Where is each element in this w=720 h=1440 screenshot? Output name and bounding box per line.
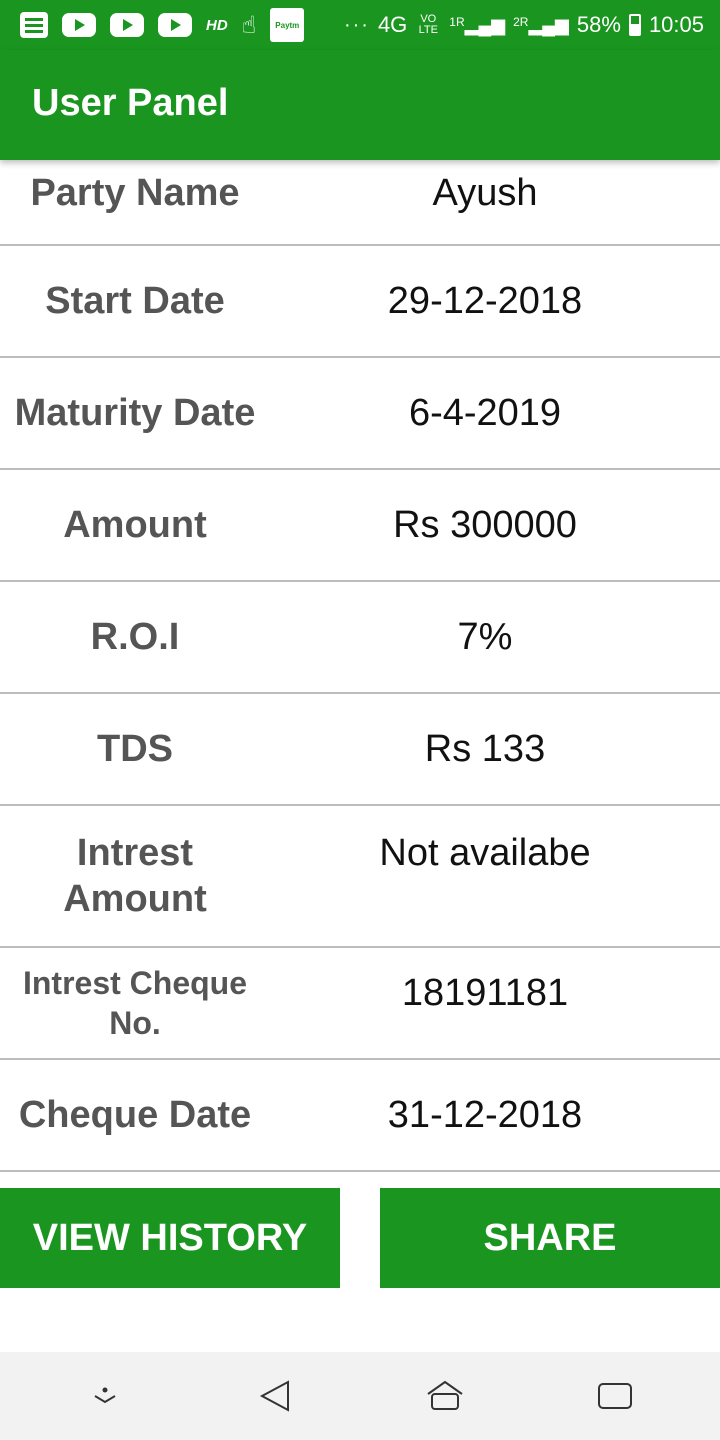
detail-value: 6-4-2019	[408, 391, 562, 434]
detail-value: Not availabe	[379, 832, 591, 874]
detail-row-start-date: Start Date 29-12-2018	[0, 246, 720, 358]
detail-label: Cheque Date	[18, 1094, 252, 1136]
details-list: Party Name Ayush Start Date 29-12-2018 M…	[0, 130, 720, 1172]
detail-label: Maturity Date	[14, 392, 256, 434]
back-icon[interactable]	[255, 1376, 295, 1416]
youtube-icon	[158, 13, 192, 37]
chevron-down-icon[interactable]	[85, 1376, 125, 1416]
home-icon[interactable]	[425, 1376, 465, 1416]
volte-icon: VO LTE	[418, 13, 438, 36]
detail-value: 18191181	[401, 972, 569, 1014]
detail-label: Party Name	[30, 172, 240, 214]
detail-row-tds: TDS Rs 133	[0, 694, 720, 806]
signal-sim2-icon: 2R▂▄▆	[513, 14, 569, 35]
hand-icon: ☝	[241, 11, 257, 39]
detail-value: 31-12-2018	[387, 1093, 583, 1136]
detail-label: Amount	[63, 504, 207, 546]
recents-icon[interactable]	[595, 1376, 635, 1416]
battery-percent: 58%	[576, 12, 621, 37]
hd-icon: HD	[206, 16, 228, 34]
youtube-icon	[110, 13, 144, 37]
detail-row-roi: R.O.I 7%	[0, 582, 720, 694]
detail-label: TDS	[97, 728, 173, 770]
system-nav-bar	[0, 1352, 720, 1440]
notes-icon	[20, 12, 48, 38]
detail-row-interest-cheque-no: Intrest Cheque No. 18191181	[0, 948, 720, 1060]
network-type: 4G	[377, 12, 408, 37]
detail-label: Intrest Amount	[63, 832, 207, 920]
status-bar: HD ☝ Paytm ··· 4G VO LTE 1R▂▄▆ 2R▂▄▆ 58%…	[0, 0, 720, 50]
share-button[interactable]: SHARE	[380, 1188, 720, 1288]
more-notifications-icon: ···	[343, 13, 370, 36]
battery-icon	[628, 14, 641, 36]
detail-value: Rs 133	[424, 727, 546, 770]
detail-row-interest-amount: Intrest Amount Not availabe	[0, 806, 720, 948]
detail-value: Ayush	[432, 171, 538, 214]
clock: 10:05	[648, 12, 704, 37]
detail-label: R.O.I	[90, 616, 180, 658]
view-history-button[interactable]: VIEW HISTORY	[0, 1188, 340, 1288]
detail-value: 7%	[457, 615, 513, 658]
detail-row-amount: Amount Rs 300000	[0, 470, 720, 582]
youtube-icon	[62, 13, 96, 37]
detail-value: Rs 300000	[393, 503, 577, 546]
app-bar: User Panel	[0, 50, 720, 160]
detail-label: Start Date	[45, 280, 225, 322]
detail-value: 29-12-2018	[387, 279, 583, 322]
detail-label: Intrest Cheque No.	[22, 965, 248, 1041]
paytm-icon: Paytm	[270, 8, 305, 42]
detail-row-maturity-date: Maturity Date 6-4-2019	[0, 358, 720, 470]
detail-row-cheque-date: Cheque Date 31-12-2018	[0, 1060, 720, 1172]
signal-sim1-icon: 1R▂▄▆	[449, 14, 506, 35]
page-title: User Panel	[32, 81, 229, 124]
